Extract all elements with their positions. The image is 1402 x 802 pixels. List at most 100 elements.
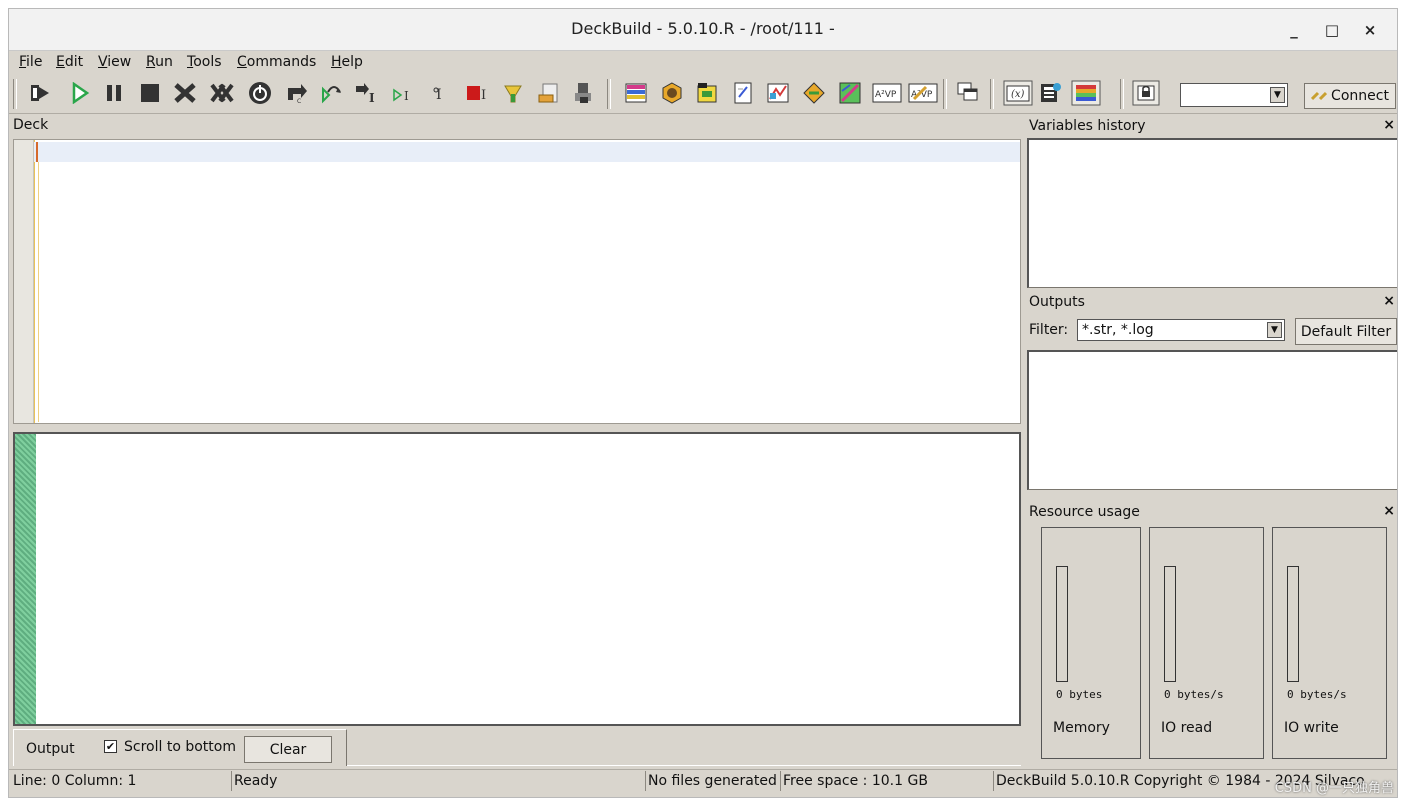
- step-back-icon[interactable]: C: [284, 80, 310, 106]
- default-filter-button[interactable]: Default Filter: [1295, 318, 1397, 345]
- filter-value: *.str, *.log: [1082, 322, 1154, 338]
- device-icon[interactable]: [801, 80, 827, 106]
- status-files: No files generated: [645, 771, 779, 791]
- menu-label: dit: [64, 54, 84, 70]
- notes-icon[interactable]: [730, 80, 756, 106]
- menu-run[interactable]: Run: [146, 54, 173, 70]
- margin-line: [38, 162, 39, 422]
- kill-all-icon[interactable]: [209, 80, 235, 106]
- toolbar: C I I I I A²VP A²VP (x) ▼ Connect: [9, 74, 1397, 114]
- menu-mnemonic: R: [146, 54, 156, 70]
- minimize-button[interactable]: _: [1281, 17, 1307, 43]
- scroll-to-bottom-label: Scroll to bottom: [124, 739, 236, 755]
- meter-value: 0 bytes: [1056, 688, 1103, 701]
- toolbar-separator: [943, 79, 947, 109]
- power-icon[interactable]: [247, 80, 273, 106]
- outputs-title: Outputs: [1029, 294, 1085, 310]
- line-step-icon[interactable]: I: [354, 80, 380, 106]
- output-console[interactable]: [13, 432, 1021, 726]
- current-line-highlight: [34, 142, 1020, 162]
- menu-commands[interactable]: Commands: [237, 54, 316, 70]
- meter-value: 0 bytes/s: [1287, 688, 1347, 701]
- scroll-to-bottom-checkbox[interactable]: ✔: [104, 740, 117, 753]
- outputs-file-list[interactable]: [1027, 350, 1397, 490]
- gradient-icon[interactable]: [1070, 80, 1102, 106]
- optimize-icon[interactable]: [837, 80, 863, 106]
- clear-button[interactable]: Clear: [244, 736, 332, 763]
- chevron-down-icon[interactable]: ▼: [1270, 87, 1285, 103]
- kill-icon[interactable]: [172, 80, 198, 106]
- toolbar-separator: [13, 79, 17, 109]
- statistics-icon[interactable]: [1037, 80, 1063, 106]
- window-title: DeckBuild - 5.0.10.R - /root/111 -: [571, 19, 835, 38]
- status-free-space: Free space : 10.1 GB: [780, 771, 992, 791]
- svg-text:I: I: [369, 91, 375, 104]
- svg-text:I: I: [404, 89, 409, 103]
- avp-icon[interactable]: A²VP: [872, 80, 902, 106]
- line-run-icon[interactable]: I: [392, 80, 418, 106]
- tab-output[interactable]: Output ✔ Scroll to bottom Clear: [13, 729, 347, 766]
- output-gutter: [15, 434, 36, 724]
- menu-file[interactable]: File: [19, 54, 42, 70]
- resource-close-icon[interactable]: ×: [1383, 503, 1395, 519]
- filter-input[interactable]: *.str, *.log ▼: [1077, 319, 1285, 341]
- menu-label: iew: [107, 54, 132, 70]
- text-caret: [36, 142, 38, 162]
- server-icon[interactable]: [1131, 80, 1161, 106]
- maximize-button[interactable]: □: [1319, 17, 1345, 43]
- toolbar-separator: [607, 79, 611, 109]
- tab-output-label: Output: [26, 741, 75, 757]
- menu-label: ommands: [246, 54, 317, 70]
- status-bar: Line: 0 Column: 1 Ready No files generat…: [9, 769, 1397, 791]
- cursor-icon[interactable]: I: [430, 80, 456, 106]
- close-button[interactable]: ×: [1357, 17, 1383, 43]
- connect-button[interactable]: Connect: [1304, 83, 1396, 109]
- menu-view[interactable]: View: [98, 54, 131, 70]
- variables-close-icon[interactable]: ×: [1383, 117, 1395, 133]
- stop-icon[interactable]: [137, 80, 163, 106]
- breakpoint-icon[interactable]: I: [465, 80, 491, 106]
- meter-bar: [1056, 566, 1068, 682]
- export-icon[interactable]: [571, 80, 597, 106]
- variables-history-title: Variables history: [1029, 118, 1146, 134]
- clean-icon[interactable]: [500, 80, 526, 106]
- menu-mnemonic: F: [19, 54, 27, 70]
- avp-wizard-icon[interactable]: A²VP: [908, 80, 938, 106]
- menu-help[interactable]: Help: [331, 54, 363, 70]
- meter-bar: [1164, 566, 1176, 682]
- variables-history-list[interactable]: [1027, 138, 1397, 288]
- deck-title: Deck: [13, 117, 49, 133]
- script-icon[interactable]: [536, 80, 562, 106]
- deck-editor[interactable]: [13, 139, 1021, 424]
- menu-label: un: [155, 54, 173, 70]
- play-icon[interactable]: [67, 80, 93, 106]
- run-deck-icon[interactable]: [27, 80, 53, 106]
- chevron-down-icon[interactable]: ▼: [1267, 322, 1282, 338]
- menu-tools[interactable]: Tools: [187, 54, 222, 70]
- pause-icon[interactable]: [101, 80, 127, 106]
- meter-name: IO read: [1161, 720, 1213, 736]
- status-state: Ready: [231, 771, 641, 791]
- tonyplot-icon[interactable]: [765, 80, 791, 106]
- watermark: CSDN @一只独角兽: [1274, 781, 1394, 796]
- menu-label: ools: [193, 54, 222, 70]
- windows-icon[interactable]: [955, 80, 981, 106]
- step-icon[interactable]: [319, 80, 345, 106]
- server-combo[interactable]: ▼: [1180, 83, 1288, 107]
- structure-icon[interactable]: [623, 80, 649, 106]
- menu-mnemonic: H: [331, 54, 342, 70]
- resource-usage-title: Resource usage: [1029, 504, 1140, 520]
- output-tab-bar: Output ✔ Scroll to bottom Clear: [13, 726, 1021, 766]
- materials-icon[interactable]: [694, 80, 720, 106]
- outputs-close-icon[interactable]: ×: [1383, 293, 1395, 309]
- variables-icon[interactable]: (x): [1002, 80, 1034, 106]
- tab-bar-divider: [347, 765, 1021, 766]
- menu-edit[interactable]: Edit: [56, 54, 83, 70]
- deckbuild-window: DeckBuild - 5.0.10.R - /root/111 - _ □ ×…: [8, 8, 1398, 798]
- mesh-icon[interactable]: [659, 80, 685, 106]
- right-panels: Variables history × Outputs × Filter: *.…: [1027, 114, 1397, 769]
- memory-meter: 0 bytes Memory: [1041, 527, 1141, 759]
- status-position: Line: 0 Column: 1: [13, 773, 137, 789]
- svg-text:(x): (x): [1011, 89, 1025, 100]
- io-read-meter: 0 bytes/s IO read: [1149, 527, 1264, 759]
